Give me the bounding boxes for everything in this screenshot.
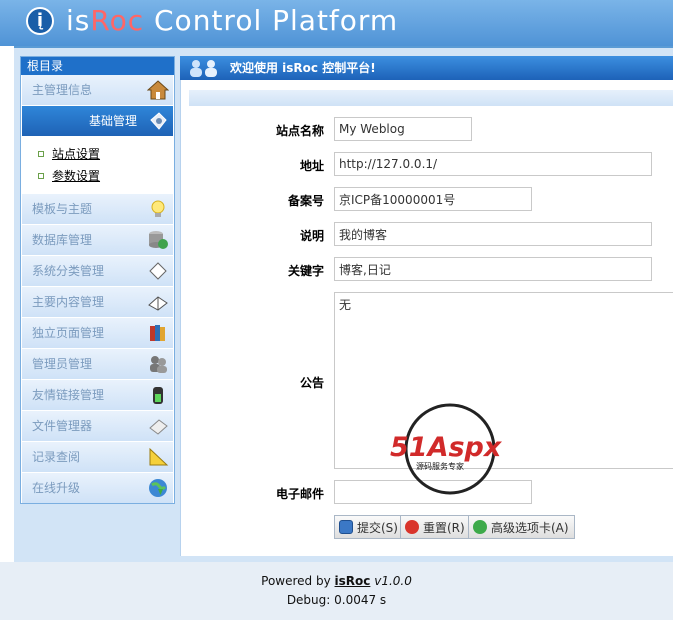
address-input[interactable] [334,152,652,176]
app-title: isRoc Control Platform [66,4,399,37]
footer: Powered by isRoc v1.0.0 Debug: 0.0047 s [0,562,673,620]
content-header: 欢迎使用 isRoc 控制平台! [180,56,673,80]
sidebar: 根目录 主管理信息 基础管理 站点设置 参数设置 模板与主题 数据库管理 系统分… [20,56,175,504]
books-icon [147,322,169,344]
sidebar-item-main-info[interactable]: 主管理信息 [22,75,173,105]
advanced-button-label: 高级选项卡(A) [491,521,569,535]
sidebar-item-label: 模板与主题 [32,202,93,216]
sidebar-item-database[interactable]: 数据库管理 [22,225,173,255]
lightbulb-icon [147,198,169,220]
description-label: 说明 [299,229,324,243]
left-border [0,46,14,562]
warning-icon [405,520,419,534]
sidebar-item-categories[interactable]: 系统分类管理 [22,256,173,286]
sidebar-item-label: 独立页面管理 [32,326,105,340]
version-text: v1.0.0 [374,574,412,588]
sidebar-item-file-manager[interactable]: 文件管理器 [22,411,173,441]
watermark-tagline: 源码服务专家 [416,461,464,471]
email-label: 电子邮件 [275,487,324,501]
sidebar-item-links[interactable]: 友情链接管理 [22,380,173,410]
submit-button-label: 提交(S) [357,521,398,535]
keywords-input[interactable] [334,257,652,281]
watermark-logo: 51Aspx 源码服务专家 [388,402,512,496]
sidebar-item-label: 在线升级 [32,481,81,495]
welcome-title: 欢迎使用 isRoc 控制平台! [230,61,376,75]
check-icon [473,520,487,534]
gear-puzzle-icon [147,110,169,132]
sidebar-item-label: 系统分类管理 [32,264,105,278]
site-name-label: 站点名称 [275,124,324,138]
sidebar-item-basic-management[interactable]: 基础管理 [22,106,173,136]
logo-icon: į [26,7,54,35]
sidebar-item-label: 主管理信息 [32,83,93,97]
ruler-icon [147,446,169,468]
users-icon [147,353,169,375]
site-name-input[interactable] [334,117,472,141]
database-icon [147,229,169,251]
sidebar-item-pages[interactable]: 独立页面管理 [22,318,173,348]
battery-icon [147,384,169,406]
sub-link-site-settings[interactable]: 站点设置 [36,143,173,165]
globe-icon [147,477,169,499]
subnav: 站点设置 参数设置 [22,137,173,193]
notice-label: 公告 [299,376,324,390]
icp-label: 备案号 [287,194,324,208]
sidebar-item-upgrade[interactable]: 在线升级 [22,473,173,503]
advanced-button[interactable]: 高级选项卡(A) [468,515,575,539]
reset-button-label: 重置(R) [423,521,465,535]
save-icon [339,520,353,534]
address-label: 地址 [299,159,324,173]
sidebar-item-label: 管理员管理 [32,357,93,371]
keywords-label: 关键字 [287,264,324,278]
brand-link[interactable]: isRoc [335,574,371,588]
users-icon [187,58,221,78]
app-header: į isRoc Control Platform [0,0,673,46]
powered-by-text: Powered by [261,574,331,588]
sidebar-item-label: 友情链接管理 [32,388,105,402]
sidebar-item-label: 数据库管理 [32,233,93,247]
sidebar-item-logs[interactable]: 记录查阅 [22,442,173,472]
icp-input[interactable] [334,187,532,211]
sidebar-item-label: 主要内容管理 [32,295,105,309]
watermark-brand: 51Aspx [390,432,503,463]
book-icon [147,291,169,313]
sidebar-item-content[interactable]: 主要内容管理 [22,287,173,317]
sidebar-item-admins[interactable]: 管理员管理 [22,349,173,379]
tag-icon [147,260,169,282]
sidebar-title: 根目录 [21,57,174,75]
house-icon [146,79,170,101]
sidebar-item-label: 文件管理器 [32,419,93,433]
debug-text: Debug: 0.0047 s [286,593,387,607]
content-subheader [189,90,673,106]
sidebar-item-templates[interactable]: 模板与主题 [22,194,173,224]
sub-link-parameter-settings[interactable]: 参数设置 [36,165,173,187]
reset-button[interactable]: 重置(R) [400,515,471,539]
submit-button[interactable]: 提交(S) [334,515,404,539]
sidebar-item-label: 记录查阅 [32,450,81,464]
footer-powered-line: Powered by isRoc v1.0.0 [0,574,673,588]
sidebar-item-label: 基础管理 [88,114,137,128]
file-icon [147,415,169,437]
description-input[interactable] [334,222,652,246]
